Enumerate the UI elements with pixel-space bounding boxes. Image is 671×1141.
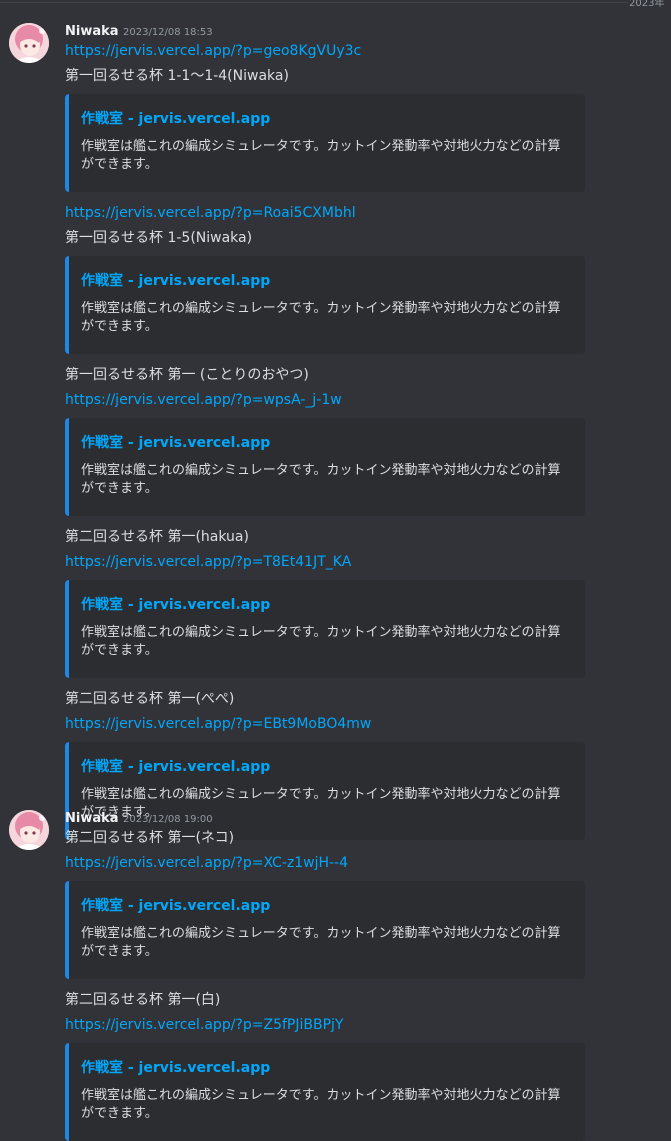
message-link[interactable]: https://jervis.vercel.app/?p=XC-z1wjH--4 [65,854,348,872]
message-text: 第二回るせる杯 第一(ネコ) [65,830,235,846]
embed-description: 作戦室は艦これの編成シミュレータです。カットイン発動率や対地火力などの計算ができ… [81,625,561,658]
link-embed: 作戦室 - jervis.vercel.app 作戦室は艦これの編成シミュレータで… [65,1043,585,1141]
date-divider-label: 2023年 [629,0,665,9]
avatar[interactable] [9,810,49,850]
link-embed: 作戦室 - jervis.vercel.app 作戦室は艦これの編成シミュレータで… [65,580,585,678]
message-timestamp: 2023/12/08 18:53 [123,27,213,38]
link-embed: 作戦室 - jervis.vercel.app 作戦室は艦これの編成シミュレータで… [65,256,585,354]
embed-title-link[interactable]: 作戦室 - jervis.vercel.app [81,1059,270,1077]
embed-title-link[interactable]: 作戦室 - jervis.vercel.app [81,758,270,776]
embed-accent-bar [65,580,69,678]
avatar-image [9,810,49,850]
avatar[interactable] [9,23,49,63]
message-text: 第一回るせる杯 第一 (ことりのおやつ) [65,367,309,383]
link-embed: 作戦室 - jervis.vercel.app 作戦室は艦これの編成シミュレータで… [65,418,585,516]
avatar-image [9,23,49,63]
embed-description: 作戦室は艦これの編成シミュレータです。カットイン発動率や対地火力などの計算ができ… [81,139,561,172]
message-timestamp: 2023/12/08 19:00 [123,814,213,825]
message-text: 第二回るせる杯 第一(白) [65,992,221,1008]
embed-description: 作戦室は艦これの編成シミュレータです。カットイン発動率や対地火力などの計算ができ… [81,301,561,334]
message-link[interactable]: https://jervis.vercel.app/?p=wpsA-_j-1w [65,391,342,409]
username[interactable]: Niwaka [65,811,119,827]
embed-accent-bar [65,94,69,192]
embed-title-link[interactable]: 作戦室 - jervis.vercel.app [81,434,270,452]
message-text: 第二回るせる杯 第一(hakua) [65,529,249,545]
embed-title-link[interactable]: 作戦室 - jervis.vercel.app [81,596,270,614]
embed-accent-bar [65,418,69,516]
username[interactable]: Niwaka [65,24,119,40]
embed-accent-bar [65,1043,69,1141]
message-text: 第一回るせる杯 1-5(Niwaka) [65,230,253,246]
embed-description: 作戦室は艦これの編成シミュレータです。カットイン発動率や対地火力などの計算ができ… [81,1088,561,1121]
message-link[interactable]: https://jervis.vercel.app/?p=Z5fPJiBBPjY [65,1016,343,1034]
message-text: 第一回るせる杯 1-1〜1-4(Niwaka) [65,68,289,84]
message-link[interactable]: https://jervis.vercel.app/?p=EBt9MoBO4mw [65,715,371,733]
message-link[interactable]: https://jervis.vercel.app/?p=Roai5CXMbhl [65,204,356,222]
date-divider [0,2,628,3]
link-embed: 作戦室 - jervis.vercel.app 作戦室は艦これの編成シミュレータで… [65,881,585,979]
embed-accent-bar [65,881,69,979]
embed-accent-bar [65,256,69,354]
embed-description: 作戦室は艦これの編成シミュレータです。カットイン発動率や対地火力などの計算ができ… [81,463,561,496]
message-text: 第二回るせる杯 第一(ぺぺ) [65,691,235,707]
message-link[interactable]: https://jervis.vercel.app/?p=geo8KgVUy3c [65,42,361,60]
embed-title-link[interactable]: 作戦室 - jervis.vercel.app [81,897,270,915]
embed-description: 作戦室は艦これの編成シミュレータです。カットイン発動率や対地火力などの計算ができ… [81,926,561,959]
embed-title-link[interactable]: 作戦室 - jervis.vercel.app [81,272,270,290]
embed-title-link[interactable]: 作戦室 - jervis.vercel.app [81,110,270,128]
link-embed: 作戦室 - jervis.vercel.app 作戦室は艦これの編成シミュレータで… [65,94,585,192]
message-link[interactable]: https://jervis.vercel.app/?p=T8Et41JT_KA [65,553,351,571]
